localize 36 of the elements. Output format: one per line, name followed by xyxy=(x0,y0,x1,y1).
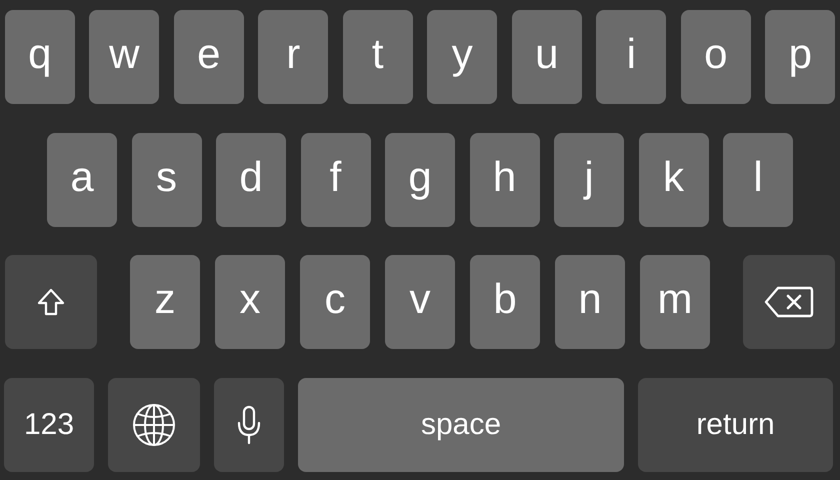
globe-key[interactable] xyxy=(108,378,200,472)
letter-key[interactable]: u xyxy=(512,10,582,104)
letter-key[interactable]: e xyxy=(174,10,244,104)
numbers-key[interactable]: 123 xyxy=(4,378,94,472)
return-key[interactable]: return xyxy=(638,378,833,472)
letter-key[interactable]: q xyxy=(4,10,75,104)
letter-key[interactable]: n xyxy=(555,255,625,349)
microphone-icon xyxy=(236,404,262,444)
letter-key[interactable]: h xyxy=(470,132,540,226)
letter-key[interactable]: z xyxy=(130,255,200,349)
globe-icon xyxy=(132,402,176,446)
letter-key[interactable]: i xyxy=(596,10,666,104)
letter-key[interactable]: s xyxy=(132,132,202,226)
letter-key[interactable]: m xyxy=(640,255,710,349)
space-bar[interactable]: space xyxy=(298,378,624,472)
letter-key[interactable]: g xyxy=(385,132,455,226)
microphone-key[interactable] xyxy=(214,378,284,472)
letter-key[interactable]: l xyxy=(723,132,793,226)
letter-key[interactable]: k xyxy=(638,132,708,226)
letter-key[interactable]: p xyxy=(765,10,836,104)
letter-key[interactable]: o xyxy=(680,10,751,104)
letter-key[interactable]: b xyxy=(470,255,540,349)
delete-icon xyxy=(764,286,814,318)
shift-arrow-icon xyxy=(36,287,66,317)
letter-key[interactable]: f xyxy=(300,132,370,226)
letter-key[interactable]: d xyxy=(216,132,286,226)
letter-key[interactable]: a xyxy=(47,132,117,226)
letter-key[interactable]: y xyxy=(427,10,498,104)
letter-key[interactable]: x xyxy=(215,255,285,349)
letter-key[interactable]: w xyxy=(89,10,160,104)
letter-key[interactable]: t xyxy=(342,10,413,104)
letter-key[interactable]: v xyxy=(385,255,455,349)
letter-key[interactable]: r xyxy=(258,10,328,104)
delete-key[interactable] xyxy=(743,255,835,349)
letter-key[interactable]: j xyxy=(554,132,624,226)
letter-key[interactable]: c xyxy=(300,255,370,349)
